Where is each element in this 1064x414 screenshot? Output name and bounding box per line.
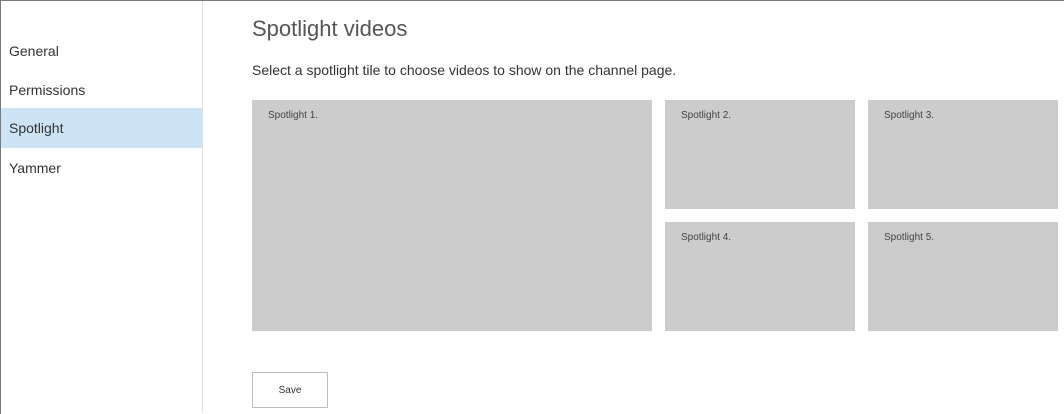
- spotlight-tile-3[interactable]: Spotlight 3.: [868, 100, 1058, 209]
- save-button[interactable]: Save: [252, 372, 328, 408]
- sidebar-item-spotlight[interactable]: Spotlight: [1, 108, 202, 148]
- spotlight-tile-2[interactable]: Spotlight 2.: [665, 100, 855, 209]
- sidebar-item-label: Yammer: [9, 160, 61, 176]
- spotlight-tile-label: Spotlight 3.: [884, 110, 935, 121]
- sidebar-item-label: General: [9, 43, 59, 59]
- spotlight-tile-1[interactable]: Spotlight 1.: [252, 100, 652, 331]
- page-description: Select a spotlight tile to choose videos…: [252, 62, 677, 78]
- sidebar-item-yammer[interactable]: Yammer: [1, 148, 202, 188]
- sidebar-item-general[interactable]: General: [1, 31, 202, 71]
- sidebar-item-label: Permissions: [9, 82, 86, 98]
- sidebar-item-permissions[interactable]: Permissions: [1, 70, 202, 110]
- spotlight-tile-label: Spotlight 1.: [268, 110, 319, 121]
- sidebar-item-label: Spotlight: [9, 120, 64, 136]
- page-title: Spotlight videos: [252, 16, 408, 41]
- spotlight-tile-label: Spotlight 2.: [681, 110, 732, 121]
- settings-sidebar: General Permissions Spotlight Yammer: [1, 1, 203, 413]
- spotlight-tile-5[interactable]: Spotlight 5.: [868, 222, 1058, 331]
- spotlight-tile-label: Spotlight 4.: [681, 232, 732, 243]
- spotlight-tile-4[interactable]: Spotlight 4.: [665, 222, 855, 331]
- spotlight-tile-label: Spotlight 5.: [884, 232, 935, 243]
